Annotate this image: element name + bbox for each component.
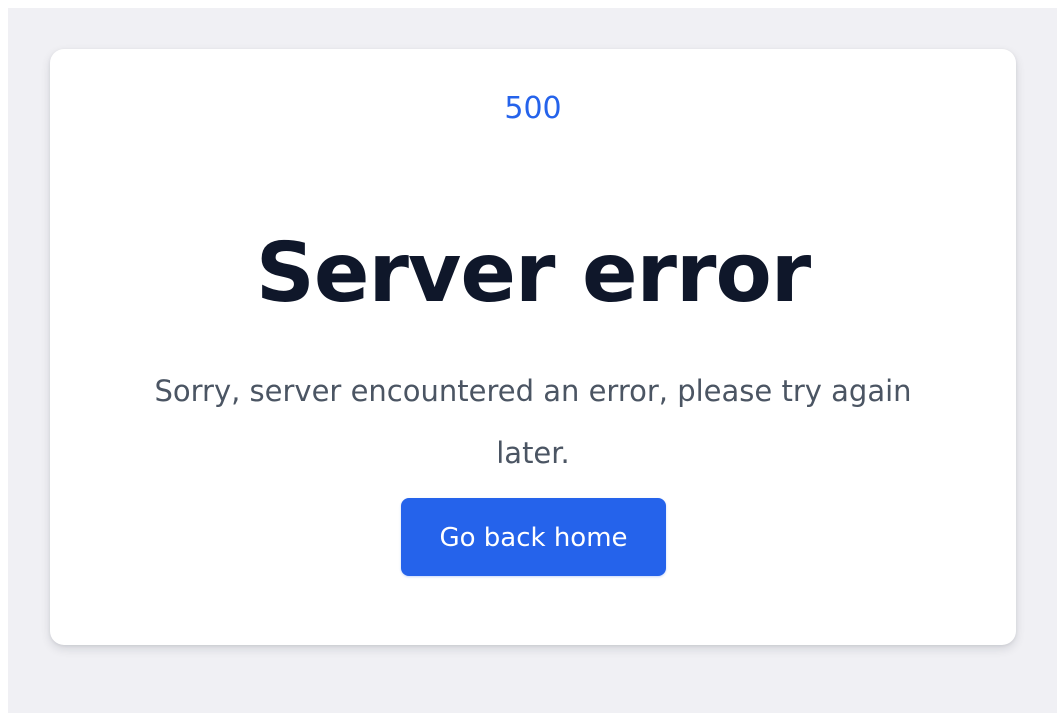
error-code: 500 <box>504 91 562 126</box>
error-message: Sorry, server encountered an error, plea… <box>154 374 912 470</box>
page-background: 500 Server error Sorry, server encounter… <box>8 8 1057 713</box>
go-back-home-button[interactable]: Go back home <box>401 498 666 576</box>
error-card: 500 Server error Sorry, server encounter… <box>50 49 1016 645</box>
page-title: Server error <box>255 225 811 321</box>
